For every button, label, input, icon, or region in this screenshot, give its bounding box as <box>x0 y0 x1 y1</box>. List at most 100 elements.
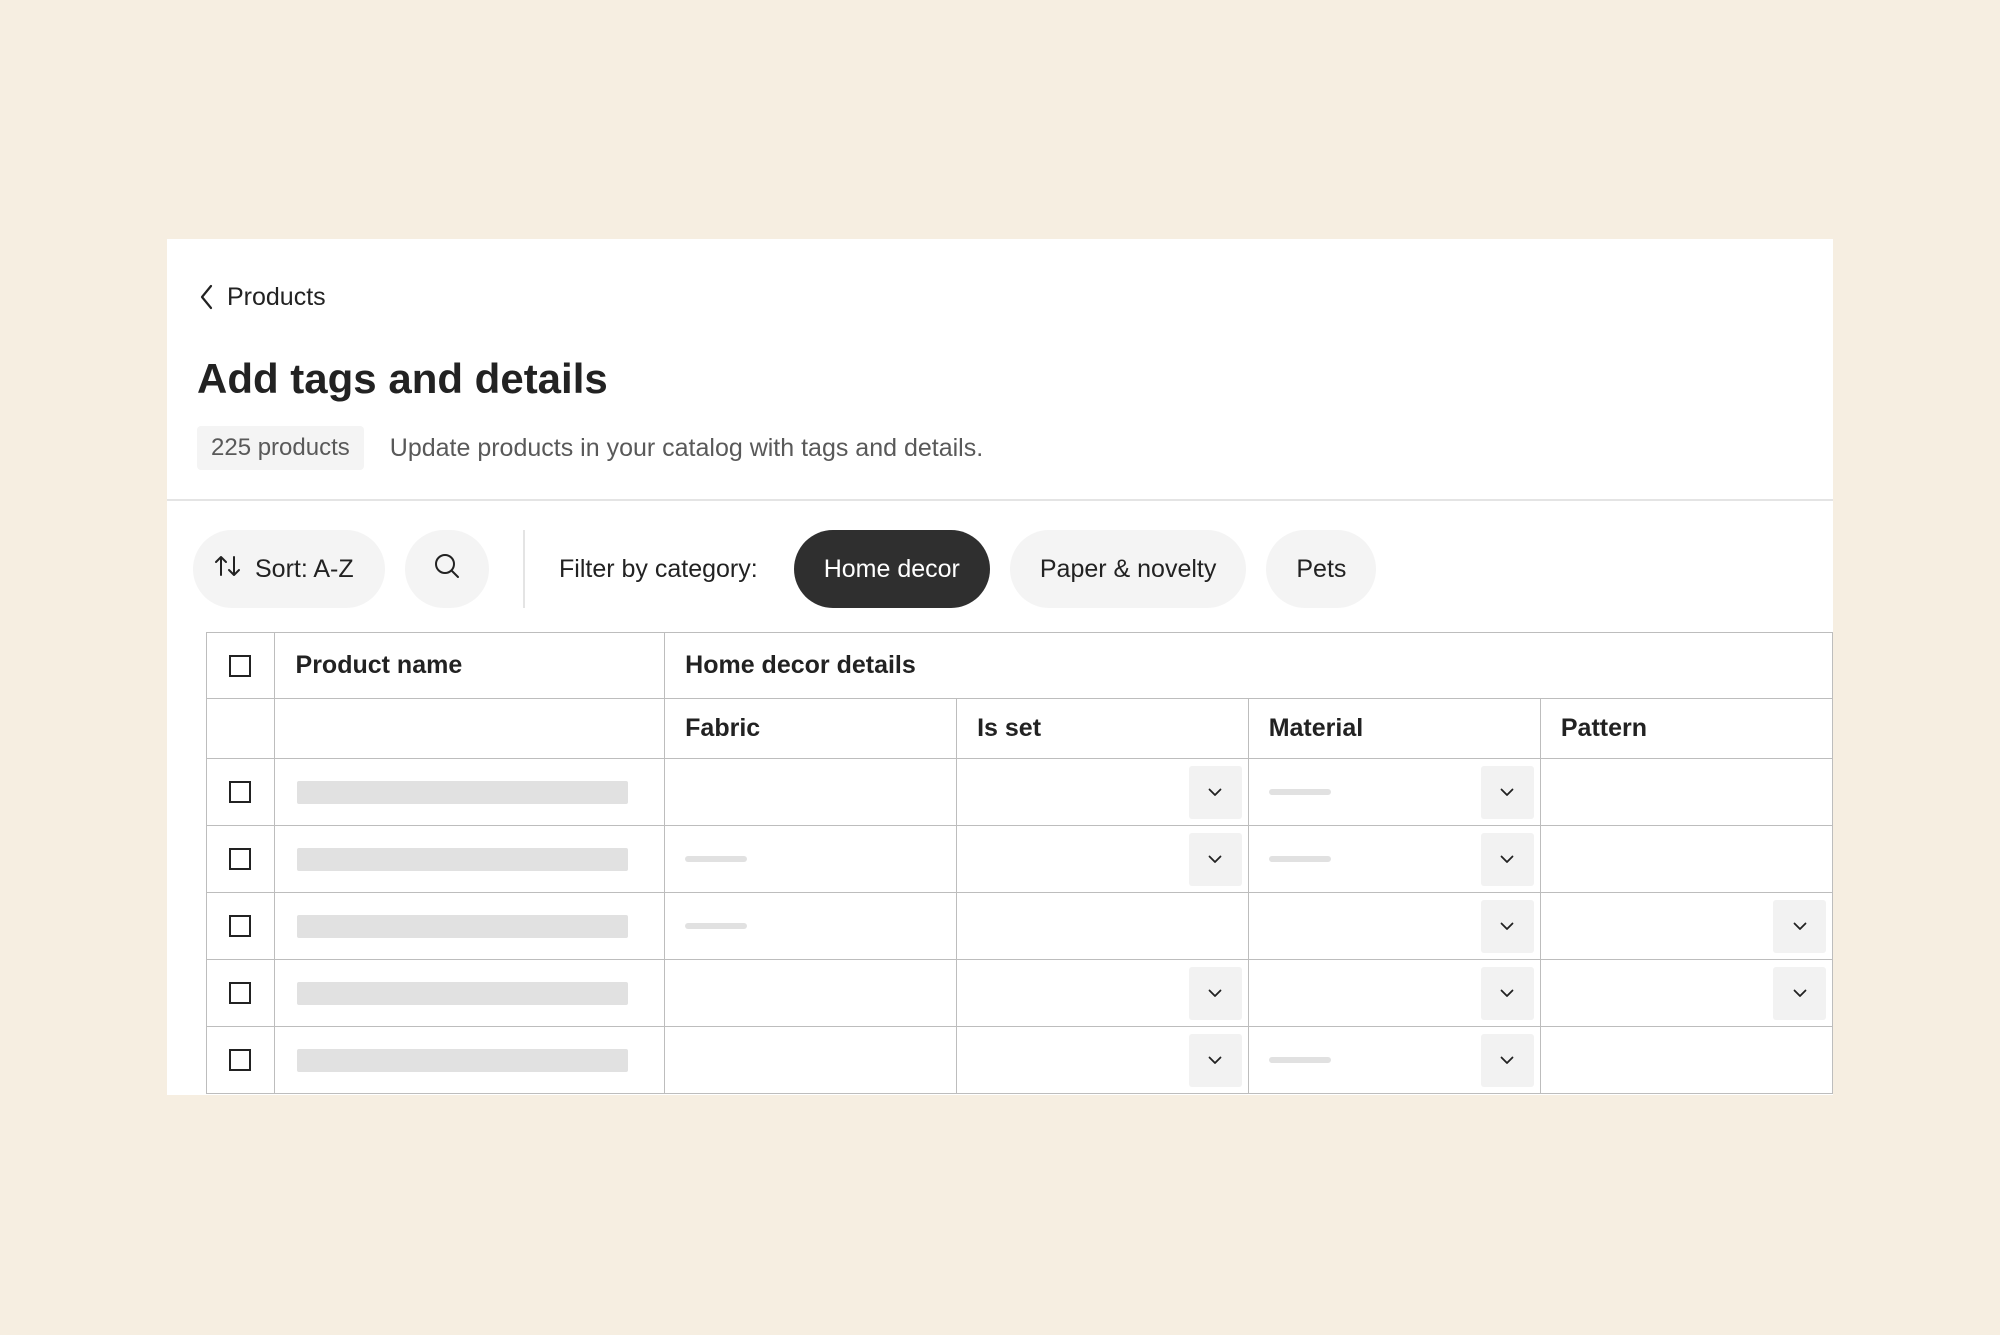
subheader-empty-cell <box>273 698 666 759</box>
chevron-down-icon <box>1208 788 1222 797</box>
search-icon <box>433 552 461 587</box>
toolbar-divider <box>523 530 525 608</box>
column-header-product-name: Product name <box>273 632 666 699</box>
material-cell[interactable] <box>1247 959 1541 1027</box>
row-checkbox[interactable] <box>229 982 252 1004</box>
cell-content <box>665 893 956 959</box>
product-name-placeholder <box>296 847 628 871</box>
product-name-cell[interactable] <box>273 758 666 826</box>
product-count-badge: 225 products <box>197 426 364 470</box>
page-title: Add tags and details <box>197 355 608 402</box>
dropdown-button[interactable] <box>1773 967 1826 1020</box>
is-set-cell[interactable] <box>956 825 1249 893</box>
row-checkbox[interactable] <box>229 915 252 937</box>
table-row <box>206 892 1833 960</box>
table-row <box>206 1026 1833 1094</box>
value-placeholder <box>1268 1057 1331 1063</box>
fabric-cell[interactable] <box>664 825 958 893</box>
is-set-cell[interactable] <box>956 892 1249 960</box>
dropdown-button[interactable] <box>1480 967 1534 1020</box>
chevron-down-icon <box>1208 855 1222 864</box>
cell-content <box>665 826 956 892</box>
product-details-table: Product name Home decor details Fabric I… <box>206 632 1833 1094</box>
is-set-cell[interactable] <box>956 1026 1249 1094</box>
dropdown-button[interactable] <box>1188 766 1242 819</box>
select-all-checkbox[interactable] <box>229 654 252 677</box>
dropdown-button[interactable] <box>1480 900 1534 953</box>
category-chip-pets[interactable]: Pets <box>1266 530 1377 608</box>
page-subtitle: Update products in your catalog with tag… <box>389 433 984 462</box>
table-row <box>206 959 1833 1027</box>
toolbar: Sort: A-Z Filter by category: Home decor… <box>193 530 1377 608</box>
category-chip-home-decor[interactable]: Home decor <box>793 530 990 608</box>
cell-content <box>1541 826 1832 892</box>
cell-content <box>957 826 1248 892</box>
product-name-cell[interactable] <box>273 892 666 960</box>
chevron-down-icon <box>1500 989 1514 998</box>
product-name-placeholder <box>296 981 628 1005</box>
row-select-cell <box>206 959 275 1027</box>
product-name-placeholder <box>296 914 628 938</box>
chevron-down-icon <box>1208 989 1222 998</box>
sort-arrows-icon <box>213 554 243 585</box>
fabric-cell[interactable] <box>664 892 958 960</box>
sort-button[interactable]: Sort: A-Z <box>193 530 385 608</box>
chevron-down-icon <box>1500 1056 1514 1065</box>
pattern-cell[interactable] <box>1539 825 1833 893</box>
chevron-down-icon <box>1500 922 1514 931</box>
dropdown-button[interactable] <box>1480 833 1534 886</box>
cell-content <box>665 759 956 825</box>
column-header-fabric: Fabric <box>664 698 958 759</box>
row-checkbox[interactable] <box>229 1049 252 1071</box>
column-header-material: Material <box>1247 698 1541 759</box>
product-name-cell[interactable] <box>273 1026 666 1094</box>
chevron-left-icon <box>197 283 217 311</box>
row-checkbox[interactable] <box>229 848 252 870</box>
table-subheader-row: Fabric Is set Material Pattern <box>206 698 1833 759</box>
chevron-down-icon <box>1793 989 1807 998</box>
cell-content <box>1541 893 1832 959</box>
material-cell[interactable] <box>1247 758 1541 826</box>
table-body <box>206 758 1833 1094</box>
pattern-cell[interactable] <box>1539 959 1833 1027</box>
breadcrumb-back-link[interactable]: Products <box>197 279 326 315</box>
cell-content <box>1249 759 1540 825</box>
chevron-down-icon <box>1500 788 1514 797</box>
filter-label: Filter by category: <box>559 554 758 583</box>
dropdown-button[interactable] <box>1480 766 1534 819</box>
search-button[interactable] <box>405 530 489 608</box>
fabric-cell[interactable] <box>664 959 958 1027</box>
column-header-pattern: Pattern <box>1539 698 1833 759</box>
row-select-cell <box>206 1026 275 1094</box>
table-row <box>206 758 1833 826</box>
cell-content <box>665 960 956 1026</box>
fabric-cell[interactable] <box>664 758 958 826</box>
is-set-cell[interactable] <box>956 758 1249 826</box>
cell-content <box>1541 759 1832 825</box>
dropdown-button[interactable] <box>1188 833 1242 886</box>
row-checkbox[interactable] <box>229 781 252 803</box>
subheader-empty-cell <box>206 698 275 759</box>
select-all-cell <box>206 632 275 699</box>
dropdown-button[interactable] <box>1773 900 1826 953</box>
product-name-cell[interactable] <box>273 825 666 893</box>
chevron-down-icon <box>1793 922 1807 931</box>
product-name-cell[interactable] <box>273 959 666 1027</box>
dropdown-button[interactable] <box>1188 967 1242 1020</box>
value-placeholder <box>1268 789 1331 795</box>
material-cell[interactable] <box>1247 825 1541 893</box>
dropdown-button[interactable] <box>1188 1034 1242 1087</box>
cell-content <box>1249 1027 1540 1093</box>
value-placeholder <box>685 923 748 929</box>
is-set-cell[interactable] <box>956 959 1249 1027</box>
pattern-cell[interactable] <box>1539 758 1833 826</box>
material-cell[interactable] <box>1247 892 1541 960</box>
sort-label: Sort: A-Z <box>255 554 354 583</box>
category-chip-paper-novelty[interactable]: Paper & novelty <box>1009 530 1247 608</box>
pattern-cell[interactable] <box>1539 1026 1833 1094</box>
dropdown-button[interactable] <box>1480 1034 1534 1087</box>
fabric-cell[interactable] <box>664 1026 958 1094</box>
material-cell[interactable] <box>1247 1026 1541 1094</box>
cell-content <box>957 893 1248 959</box>
pattern-cell[interactable] <box>1539 892 1833 960</box>
